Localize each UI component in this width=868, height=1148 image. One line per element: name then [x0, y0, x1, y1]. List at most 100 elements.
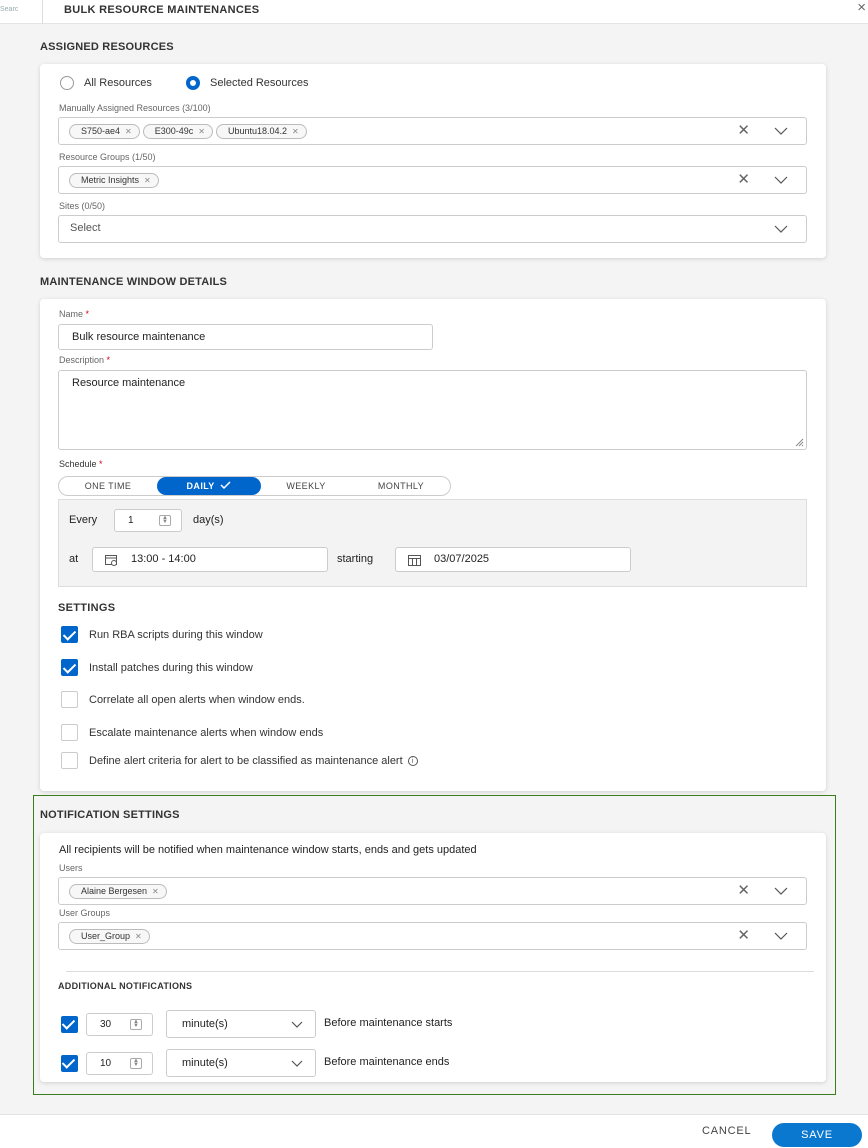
- chip-label: S750-ae4: [81, 126, 121, 136]
- chip-remove-icon[interactable]: ✕: [198, 125, 205, 138]
- chevron-down-icon[interactable]: [774, 225, 788, 234]
- save-button[interactable]: SAVE: [772, 1123, 862, 1147]
- setting-label: Escalate maintenance alerts when window …: [89, 726, 324, 739]
- chip-label: User_Group: [81, 931, 131, 941]
- unit-select[interactable]: minute(s): [166, 1049, 316, 1077]
- chip-label: Metric Insights: [81, 175, 140, 185]
- window-details-title: MAINTENANCE WINDOW DETAILS: [40, 276, 228, 288]
- cancel-button[interactable]: CANCEL: [702, 1125, 751, 1137]
- calendar-clock-icon: [105, 555, 117, 566]
- checkbox-unchecked-icon: [61, 752, 78, 769]
- time-range-value: 13:00 - 14:00: [131, 553, 196, 565]
- additional-minutes-stepper[interactable]: 30 ▲ ▼: [86, 1013, 153, 1036]
- start-date-value: 03/07/2025: [434, 553, 490, 565]
- radio-all-resources[interactable]: All Resources: [60, 76, 152, 90]
- schedule-option-weekly[interactable]: WEEKLY: [261, 477, 351, 495]
- description-value: Resource maintenance: [72, 377, 186, 389]
- resource-chip: Ubuntu18.04.2 ✕: [215, 124, 307, 139]
- manual-chips: S750-ae4 ✕ E300-49c ✕ Ubuntu18.04.2 ✕: [69, 124, 307, 139]
- checkbox-unchecked-icon: [61, 724, 78, 741]
- users-label: Users: [59, 863, 83, 873]
- chevron-down-icon[interactable]: [774, 932, 788, 941]
- checkbox-checked-icon: [61, 1055, 78, 1072]
- schedule-option-monthly[interactable]: MONTHLY: [351, 477, 451, 495]
- clear-icon[interactable]: ✕: [737, 882, 750, 900]
- unit-value: minute(s): [182, 1057, 228, 1069]
- resource-groups-select[interactable]: Metric Insights ✕ ✕: [58, 166, 807, 194]
- stepper-arrows-icon[interactable]: ▲ ▼: [159, 515, 171, 526]
- chip-remove-icon[interactable]: ✕: [152, 885, 159, 898]
- additional-notification-checkbox[interactable]: [61, 1016, 78, 1033]
- every-unit: day(s): [193, 514, 224, 526]
- chevron-down-icon: [291, 1060, 303, 1067]
- setting-escalate-alerts[interactable]: Escalate maintenance alerts when window …: [61, 724, 323, 741]
- start-date-input[interactable]: 03/07/2025: [395, 547, 631, 572]
- setting-install-patches[interactable]: Install patches during this window: [61, 659, 253, 676]
- notification-settings-title: NOTIFICATION SETTINGS: [40, 809, 180, 821]
- chip-label: Ubuntu18.04.2: [227, 126, 288, 136]
- before-start-text: Before maintenance starts: [324, 1017, 453, 1029]
- sites-placeholder: Select: [70, 222, 101, 234]
- chevron-down-icon[interactable]: [774, 176, 788, 185]
- additional-notifications-title: ADDITIONAL NOTIFICATIONS: [58, 981, 193, 991]
- user-chip: Alaine Bergesen ✕: [69, 884, 167, 899]
- chip-label: E300-49c: [154, 126, 194, 136]
- stepper-arrows-icon[interactable]: ▲ ▼: [130, 1019, 142, 1030]
- every-stepper[interactable]: 1 ▲ ▼: [114, 509, 182, 532]
- settings-title: SETTINGS: [58, 602, 116, 614]
- chevron-down-icon[interactable]: [774, 887, 788, 896]
- user-groups-select[interactable]: User_Group ✕ ✕: [58, 922, 807, 950]
- checkbox-checked-icon: [61, 659, 78, 676]
- required-marker: *: [85, 309, 90, 319]
- clear-icon[interactable]: ✕: [737, 927, 750, 945]
- chip-remove-icon[interactable]: ✕: [135, 930, 142, 943]
- assigned-resources-title: ASSIGNED RESOURCES: [40, 41, 174, 53]
- schedule-option-label: DAILY: [186, 481, 215, 491]
- setting-define-alert-criteria[interactable]: Define alert criteria for alert to be cl…: [61, 752, 418, 769]
- additional-notification-checkbox[interactable]: [61, 1055, 78, 1072]
- setting-label: Run RBA scripts during this window: [89, 628, 263, 641]
- unit-value: minute(s): [182, 1018, 228, 1030]
- sites-label: Sites (0/50): [59, 201, 106, 211]
- user-group-chips: User_Group ✕: [69, 929, 150, 944]
- name-label: Name *: [59, 309, 89, 319]
- schedule-option-daily[interactable]: DAILY: [157, 477, 261, 495]
- setting-label: Define alert criteria for alert to be cl…: [89, 754, 403, 767]
- chip-remove-icon[interactable]: ✕: [144, 174, 151, 187]
- breadcrumb[interactable]: Searc: [0, 6, 30, 13]
- radio-all-label: All Resources: [84, 77, 152, 89]
- schedule-option-one-time[interactable]: ONE TIME: [59, 477, 157, 495]
- checkmark-icon: [220, 481, 231, 490]
- resize-handle-icon[interactable]: [795, 438, 804, 447]
- close-icon[interactable]: ×: [857, 0, 866, 16]
- checkbox-checked-icon: [61, 626, 78, 643]
- info-icon[interactable]: i: [407, 755, 418, 766]
- radio-selected-resources[interactable]: Selected Resources: [186, 76, 308, 90]
- minutes-value: 10: [100, 1058, 112, 1069]
- user-group-chip: User_Group ✕: [69, 929, 150, 944]
- stepper-arrows-icon[interactable]: ▲ ▼: [130, 1058, 142, 1069]
- chip-remove-icon[interactable]: ✕: [125, 125, 132, 138]
- clear-icon[interactable]: ✕: [737, 171, 750, 189]
- time-range-input[interactable]: 13:00 - 14:00: [92, 547, 328, 572]
- before-end-text: Before maintenance ends: [324, 1056, 450, 1068]
- clear-icon[interactable]: ✕: [737, 122, 750, 140]
- users-select[interactable]: Alaine Bergesen ✕ ✕: [58, 877, 807, 905]
- at-label: at: [69, 553, 79, 565]
- unit-select[interactable]: minute(s): [166, 1010, 316, 1038]
- manual-resources-select[interactable]: S750-ae4 ✕ E300-49c ✕ Ubuntu18.04.2 ✕ ✕: [58, 117, 807, 145]
- name-input[interactable]: Bulk resource maintenance: [58, 324, 433, 350]
- sites-select[interactable]: Select: [58, 215, 807, 243]
- required-marker: *: [106, 355, 111, 365]
- setting-run-rba[interactable]: Run RBA scripts during this window: [61, 626, 263, 643]
- calendar-icon: [408, 555, 421, 566]
- schedule-label-text: Schedule: [59, 459, 97, 469]
- additional-minutes-stepper[interactable]: 10 ▲ ▼: [86, 1052, 153, 1075]
- description-textarea[interactable]: Resource maintenance: [58, 370, 807, 450]
- setting-correlate-alerts[interactable]: Correlate all open alerts when window en…: [61, 691, 305, 708]
- chevron-down-icon[interactable]: [774, 127, 788, 136]
- chip-remove-icon[interactable]: ✕: [292, 125, 299, 138]
- page-title: BULK RESOURCE MAINTENANCES: [64, 4, 260, 16]
- description-label-text: Description: [59, 355, 105, 365]
- every-value: 1: [128, 515, 134, 526]
